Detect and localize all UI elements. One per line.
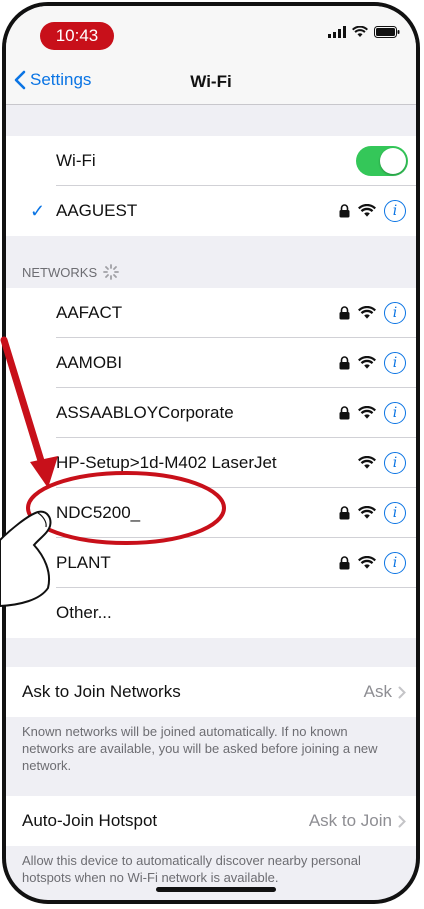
info-icon[interactable]: i bbox=[384, 402, 406, 424]
network-name: AAFACT bbox=[56, 303, 123, 322]
wifi-signal-icon bbox=[358, 456, 376, 469]
network-row[interactable]: NDC5200_ i bbox=[6, 488, 416, 538]
network-name: NDC5200_ bbox=[56, 503, 141, 522]
wifi-signal-icon bbox=[358, 306, 376, 319]
network-name: HP-Setup>1d-M402 LaserJet bbox=[56, 453, 277, 472]
status-time: 10:43 bbox=[40, 22, 114, 50]
network-row[interactable]: AAMOBI i bbox=[6, 338, 416, 388]
network-name: PLANT bbox=[56, 553, 111, 572]
info-icon[interactable]: i bbox=[384, 452, 406, 474]
connected-network-row[interactable]: ✓ AAGUEST i bbox=[6, 186, 416, 236]
battery-icon bbox=[374, 26, 400, 38]
spinner-icon bbox=[103, 264, 120, 280]
navigation-bar: Settings Wi-Fi bbox=[6, 62, 416, 105]
wifi-status-icon bbox=[352, 26, 368, 37]
network-row[interactable]: AAFACT i bbox=[6, 288, 416, 338]
network-row[interactable]: HP-Setup>1d-M402 LaserJet i bbox=[6, 438, 416, 488]
wifi-signal-icon bbox=[358, 506, 376, 519]
wifi-signal-icon bbox=[358, 556, 376, 569]
toggle-knob bbox=[380, 148, 406, 174]
auto-join-hotspot-value: Ask to Join bbox=[308, 811, 392, 830]
info-icon[interactable]: i bbox=[384, 200, 406, 222]
home-indicator bbox=[156, 887, 276, 892]
network-row[interactable]: PLANT i bbox=[6, 538, 416, 588]
ask-to-join-value: Ask bbox=[363, 682, 392, 701]
ask-to-join-row[interactable]: Ask to Join Networks Ask bbox=[6, 667, 416, 717]
connected-network-name: AAGUEST bbox=[56, 201, 138, 220]
other-network-label: Other... bbox=[56, 603, 112, 622]
wifi-group: Wi-Fi ✓ AAGUEST i bbox=[6, 136, 416, 236]
network-row[interactable]: ASSAABLOYCorporate i bbox=[6, 388, 416, 438]
networks-list: AAFACT i AAMOBI i ASSAABLOYCorporate i H… bbox=[6, 288, 416, 638]
wifi-signal-icon bbox=[358, 204, 376, 217]
lock-icon bbox=[339, 204, 350, 218]
wifi-toggle-label: Wi-Fi bbox=[56, 151, 96, 170]
network-icons: i bbox=[339, 502, 406, 524]
page-title: Wi-Fi bbox=[190, 72, 232, 91]
info-icon[interactable]: i bbox=[384, 302, 406, 324]
connected-network-icons: i bbox=[339, 200, 406, 222]
network-name: ASSAABLOYCorporate bbox=[56, 403, 234, 422]
info-icon[interactable]: i bbox=[384, 352, 406, 374]
auto-join-hotspot-row[interactable]: Auto-Join Hotspot Ask to Join bbox=[6, 796, 416, 846]
ask-to-join-footnote: Known networks will be joined automatica… bbox=[22, 724, 378, 773]
lock-icon bbox=[339, 556, 350, 570]
info-icon[interactable]: i bbox=[384, 552, 406, 574]
lock-icon bbox=[339, 506, 350, 520]
other-network-row[interactable]: Other... bbox=[6, 588, 416, 638]
ask-to-join-label: Ask to Join Networks bbox=[22, 682, 181, 701]
checkmark-icon: ✓ bbox=[30, 200, 46, 221]
network-icons: i bbox=[339, 352, 406, 374]
network-icons: i bbox=[339, 402, 406, 424]
wifi-signal-icon bbox=[358, 406, 376, 419]
network-name: AAMOBI bbox=[56, 353, 123, 372]
lock-icon bbox=[339, 306, 350, 320]
chevron-right-icon bbox=[398, 815, 406, 827]
ask-to-join-value-wrap: Ask bbox=[364, 682, 406, 702]
network-icons: i bbox=[358, 452, 406, 474]
signal-icon bbox=[328, 26, 346, 38]
network-icons: i bbox=[339, 552, 406, 574]
network-icons: i bbox=[339, 302, 406, 324]
lock-icon bbox=[339, 356, 350, 370]
auto-join-hotspot-value-wrap: Ask to Join bbox=[309, 811, 406, 831]
status-icons bbox=[328, 26, 400, 38]
networks-header-label: NETWORKS bbox=[22, 264, 98, 280]
networks-header: NETWORKS bbox=[22, 264, 120, 280]
status-bar: 10:43 bbox=[6, 6, 416, 62]
auto-join-hotspot-footnote: Allow this device to automatically disco… bbox=[22, 853, 361, 885]
chevron-right-icon bbox=[398, 686, 406, 698]
info-icon[interactable]: i bbox=[384, 502, 406, 524]
lock-icon bbox=[339, 406, 350, 420]
auto-join-hotspot-label: Auto-Join Hotspot bbox=[22, 811, 158, 830]
wifi-toggle[interactable] bbox=[356, 146, 408, 176]
phone-frame: 10:43 Settings Wi-Fi Wi-Fi ✓ AAGUEST i N… bbox=[2, 2, 420, 904]
wifi-toggle-row: Wi-Fi bbox=[6, 136, 416, 186]
wifi-signal-icon bbox=[358, 356, 376, 369]
